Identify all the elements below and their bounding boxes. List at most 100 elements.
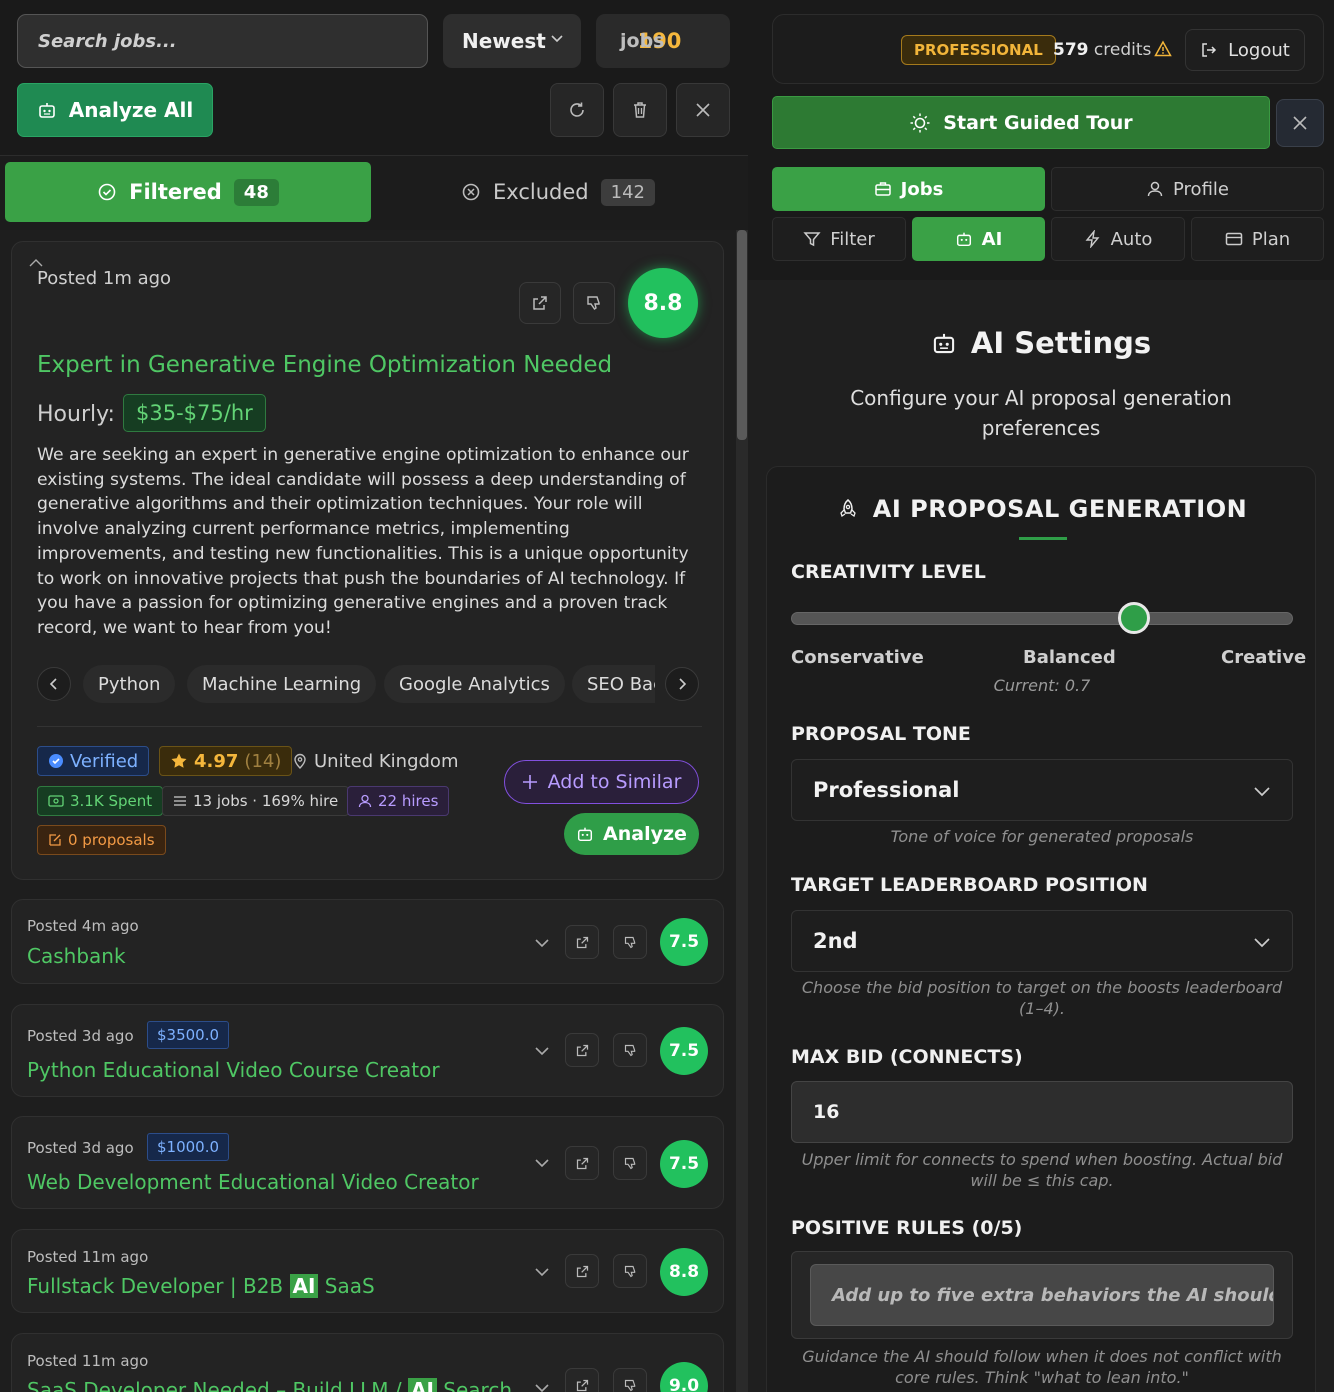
dislike-button[interactable] (613, 1033, 647, 1067)
jobs-panel: Newest 190 jobs Analyze All (0, 0, 748, 1392)
chevron-left-icon (49, 678, 57, 690)
skill-tag: Python (83, 665, 176, 703)
dislike-button[interactable] (613, 1146, 647, 1180)
robot-icon (956, 232, 971, 247)
open-link-button[interactable] (565, 1254, 599, 1288)
ai-settings-title: AI Settings (748, 326, 1334, 360)
tab-filter[interactable]: Filter (772, 217, 906, 261)
tab-ai-label: AI (981, 228, 1003, 250)
dislike-button[interactable] (613, 925, 647, 959)
tab-ai[interactable]: AI (912, 217, 1045, 261)
logout-button[interactable]: Logout (1185, 29, 1305, 71)
tab-filter-label: Filter (830, 228, 875, 250)
chevron-right-icon (679, 678, 687, 690)
tour-close-button[interactable] (1276, 99, 1324, 147)
chevron-down-icon[interactable] (532, 933, 552, 953)
maxbid-input[interactable]: 16 (791, 1081, 1293, 1143)
check-circle-icon (98, 183, 116, 201)
dislike-button[interactable] (573, 282, 615, 324)
posted-time: Posted 4m ago (27, 917, 139, 935)
tab-plan[interactable]: Plan (1191, 217, 1324, 261)
chevron-down-icon[interactable] (532, 1378, 552, 1392)
chevron-down-icon[interactable] (532, 1262, 552, 1282)
match-score: 7.5 (660, 1140, 708, 1188)
job-card[interactable]: Posted 4m ago Cashbank 7.5 (11, 899, 724, 984)
slider-current-value: Current: 0.7 (993, 676, 1091, 695)
refresh-button[interactable] (550, 83, 604, 137)
plan-badge: PROFESSIONAL (901, 35, 1056, 65)
delete-button[interactable] (613, 83, 667, 137)
tab-auto[interactable]: Auto (1051, 217, 1185, 261)
add-similar-label: Add to Similar (547, 771, 682, 793)
scrollbar-thumb[interactable] (737, 230, 747, 440)
thumbs-down-icon (624, 1044, 635, 1056)
list-icon (174, 796, 186, 806)
verified-label: Verified (70, 750, 139, 772)
open-link-button[interactable] (565, 1368, 599, 1392)
search-input[interactable] (38, 30, 427, 52)
open-link-button[interactable] (565, 1146, 599, 1180)
skills-prev-button[interactable] (37, 667, 71, 701)
analyze-all-button[interactable]: Analyze All (17, 83, 213, 137)
rules-input[interactable]: Add up to five extra behaviors the AI sh… (810, 1264, 1274, 1326)
warning-icon (1154, 40, 1172, 57)
x-circle-icon (462, 183, 480, 201)
job-card[interactable]: Posted 11m ago Fullstack Developer | B2B… (11, 1229, 724, 1313)
settings-header: PROFESSIONAL 579 credits Logout Start Gu… (748, 0, 1334, 280)
job-title[interactable]: Fullstack Developer | B2B AI SaaS (27, 1274, 375, 1298)
search-box[interactable] (17, 14, 428, 68)
thumbs-down-icon (624, 1265, 635, 1277)
country-label: United Kingdom (314, 750, 459, 772)
close-button[interactable] (676, 83, 730, 137)
tab-jobs[interactable]: Jobs (772, 167, 1045, 211)
open-link-button[interactable] (565, 925, 599, 959)
filtered-count-badge: 48 (233, 178, 279, 206)
chevron-down-icon[interactable] (532, 1153, 552, 1173)
posted-time: Posted 3d ago (27, 1139, 134, 1157)
logout-label: Logout (1228, 39, 1290, 61)
match-score: 8.8 (660, 1248, 708, 1296)
slider-max-label: Creative (1221, 647, 1307, 668)
job-count: 190 jobs (596, 14, 730, 68)
add-to-similar-button[interactable]: Add to Similar (504, 760, 699, 804)
job-title[interactable]: Expert in Generative Engine Optimization… (37, 352, 612, 378)
leaderboard-select[interactable]: 2nd (791, 910, 1293, 972)
open-link-button[interactable] (565, 1033, 599, 1067)
chevron-up-icon[interactable] (28, 258, 44, 268)
dislike-button[interactable] (613, 1254, 647, 1288)
creativity-slider-thumb[interactable] (1118, 602, 1151, 634)
job-title[interactable]: Web Development Educational Video Creato… (27, 1170, 479, 1194)
skill-tag: SEO Backlinking (572, 665, 655, 703)
tab-excluded[interactable]: Excluded 142 (375, 162, 741, 222)
dislike-button[interactable] (613, 1368, 647, 1392)
creativity-slider-track[interactable] (791, 612, 1293, 625)
skills-list: Python Machine Learning Google Analytics… (83, 665, 655, 705)
leaderboard-hint: Choose the bid position to target on the… (801, 978, 1283, 1018)
job-title[interactable]: SaaS Developer Needed – Build LLM / AI S… (27, 1378, 512, 1392)
job-title[interactable]: Cashbank (27, 944, 126, 968)
job-card[interactable]: Posted 3d ago $3500.0 Python Educational… (11, 1004, 724, 1097)
excluded-count-badge: 142 (600, 178, 655, 206)
tab-filtered[interactable]: Filtered 48 (5, 162, 371, 222)
rating-value: 4.97 (194, 750, 239, 772)
robot-icon (578, 827, 593, 842)
lightbulb-icon (910, 113, 930, 132)
job-count-label: jobs (620, 30, 665, 52)
tone-select[interactable]: Professional (791, 759, 1293, 821)
start-tour-button[interactable]: Start Guided Tour (772, 96, 1270, 149)
hires-label: 22 hires (378, 792, 439, 810)
job-list-scrollbar[interactable] (736, 230, 748, 1392)
rating-count: (14) (244, 750, 282, 772)
analyze-label: Analyze (603, 823, 687, 845)
skills-next-button[interactable] (665, 667, 699, 701)
slider-min-label: Conservative (791, 647, 924, 668)
open-link-button[interactable] (519, 282, 561, 324)
sort-select[interactable]: Newest (443, 14, 581, 68)
job-card[interactable]: Posted 3d ago $1000.0 Web Development Ed… (11, 1116, 724, 1209)
chevron-down-icon[interactable] (532, 1041, 552, 1061)
tab-profile[interactable]: Profile (1051, 167, 1324, 211)
analyze-button[interactable]: Analyze (564, 813, 699, 855)
job-card[interactable]: Posted 11m ago SaaS Developer Needed – B… (11, 1333, 724, 1392)
job-title[interactable]: Python Educational Video Course Creator (27, 1058, 440, 1082)
job-title-text: Search (436, 1378, 513, 1392)
